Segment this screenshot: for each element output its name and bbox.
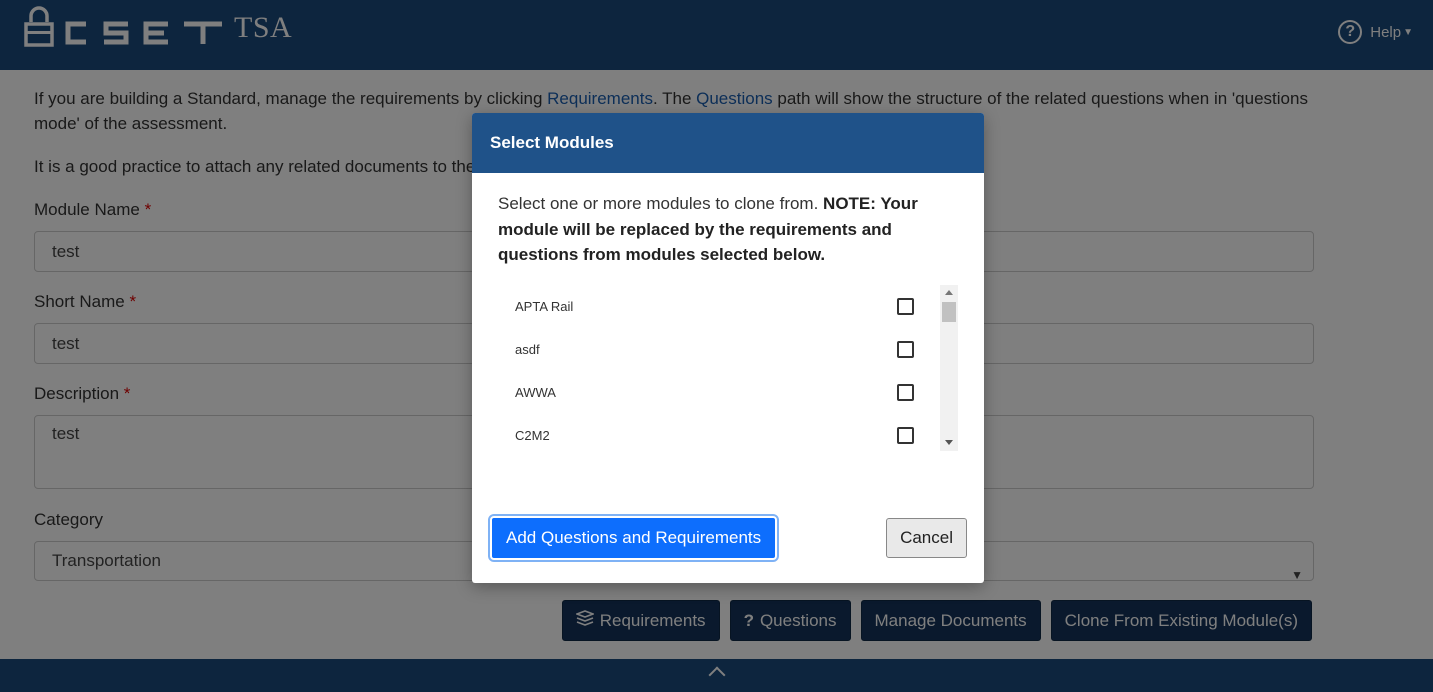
dialog-title: Select Modules xyxy=(472,113,984,173)
module-checkbox[interactable] xyxy=(897,427,914,444)
module-label: C2M2 xyxy=(515,428,550,443)
module-label: AWWA xyxy=(515,385,556,400)
select-modules-dialog: Select Modules Select one or more module… xyxy=(472,113,984,583)
module-label: asdf xyxy=(515,342,540,357)
scroll-up-arrow-icon[interactable] xyxy=(945,290,953,295)
module-label: APTA Rail xyxy=(515,299,574,314)
dialog-message: Select one or more modules to clone from… xyxy=(498,194,918,264)
module-checkbox[interactable] xyxy=(897,341,914,358)
add-questions-requirements-button[interactable]: Add Questions and Requirements xyxy=(487,514,780,562)
module-checkbox[interactable] xyxy=(897,298,914,315)
scroll-down-arrow-icon[interactable] xyxy=(945,440,953,445)
cancel-button[interactable]: Cancel xyxy=(886,518,967,558)
module-list-item[interactable]: asdf xyxy=(500,328,938,371)
module-checkbox[interactable] xyxy=(897,384,914,401)
module-list-scrollbar[interactable] xyxy=(940,285,958,451)
module-list-container: APTA Rail asdf AWWA C2M2 xyxy=(500,285,958,451)
module-list-item[interactable]: APTA Rail xyxy=(500,285,938,328)
module-list-item[interactable]: AWWA xyxy=(500,371,938,414)
scrollbar-thumb[interactable] xyxy=(942,302,956,322)
module-list: APTA Rail asdf AWWA C2M2 xyxy=(500,285,938,451)
module-list-item[interactable]: C2M2 xyxy=(500,414,938,451)
